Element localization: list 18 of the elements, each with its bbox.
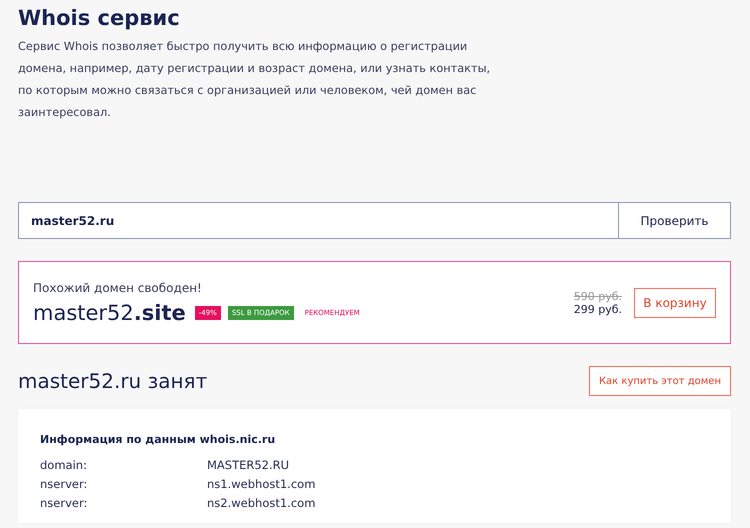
whois-key: domain: (40, 456, 207, 475)
whois-value: ns2.webhost1.com (207, 495, 316, 512)
suggested-domain: master52.site (33, 300, 186, 324)
whois-value: MASTER52.RU (207, 457, 290, 474)
add-to-cart-button[interactable]: В корзину (634, 288, 716, 318)
whois-key: nserver: (40, 494, 207, 513)
description: Сервис Whois позволяет быстро получить всю информацию о регистрации домена, например, дату регистрации и возраст домена, или узнать контакты, по которым можно связаться с организацией или человеком, чей домен вас заинтересовал. (18, 39, 492, 121)
how-to-buy-button[interactable]: Как купить этот домен (588, 366, 731, 396)
check-button[interactable]: Проверить (618, 202, 731, 239)
page-title: Whois сервис (18, 6, 181, 30)
domain-search-field[interactable]: master52.ru (18, 202, 618, 239)
price: 299 руб. (574, 302, 622, 316)
old-price: 590 руб. (574, 290, 622, 302)
whois-key: nserver: (40, 475, 207, 494)
suggestion-heading: Похожий домен свободен! (33, 280, 203, 294)
whois-value: ns1.webhost1.com (207, 476, 316, 493)
whois-title: Информация по данным whois.nic.ru (40, 433, 276, 446)
result-heading: master52.ru занят (18, 369, 208, 393)
